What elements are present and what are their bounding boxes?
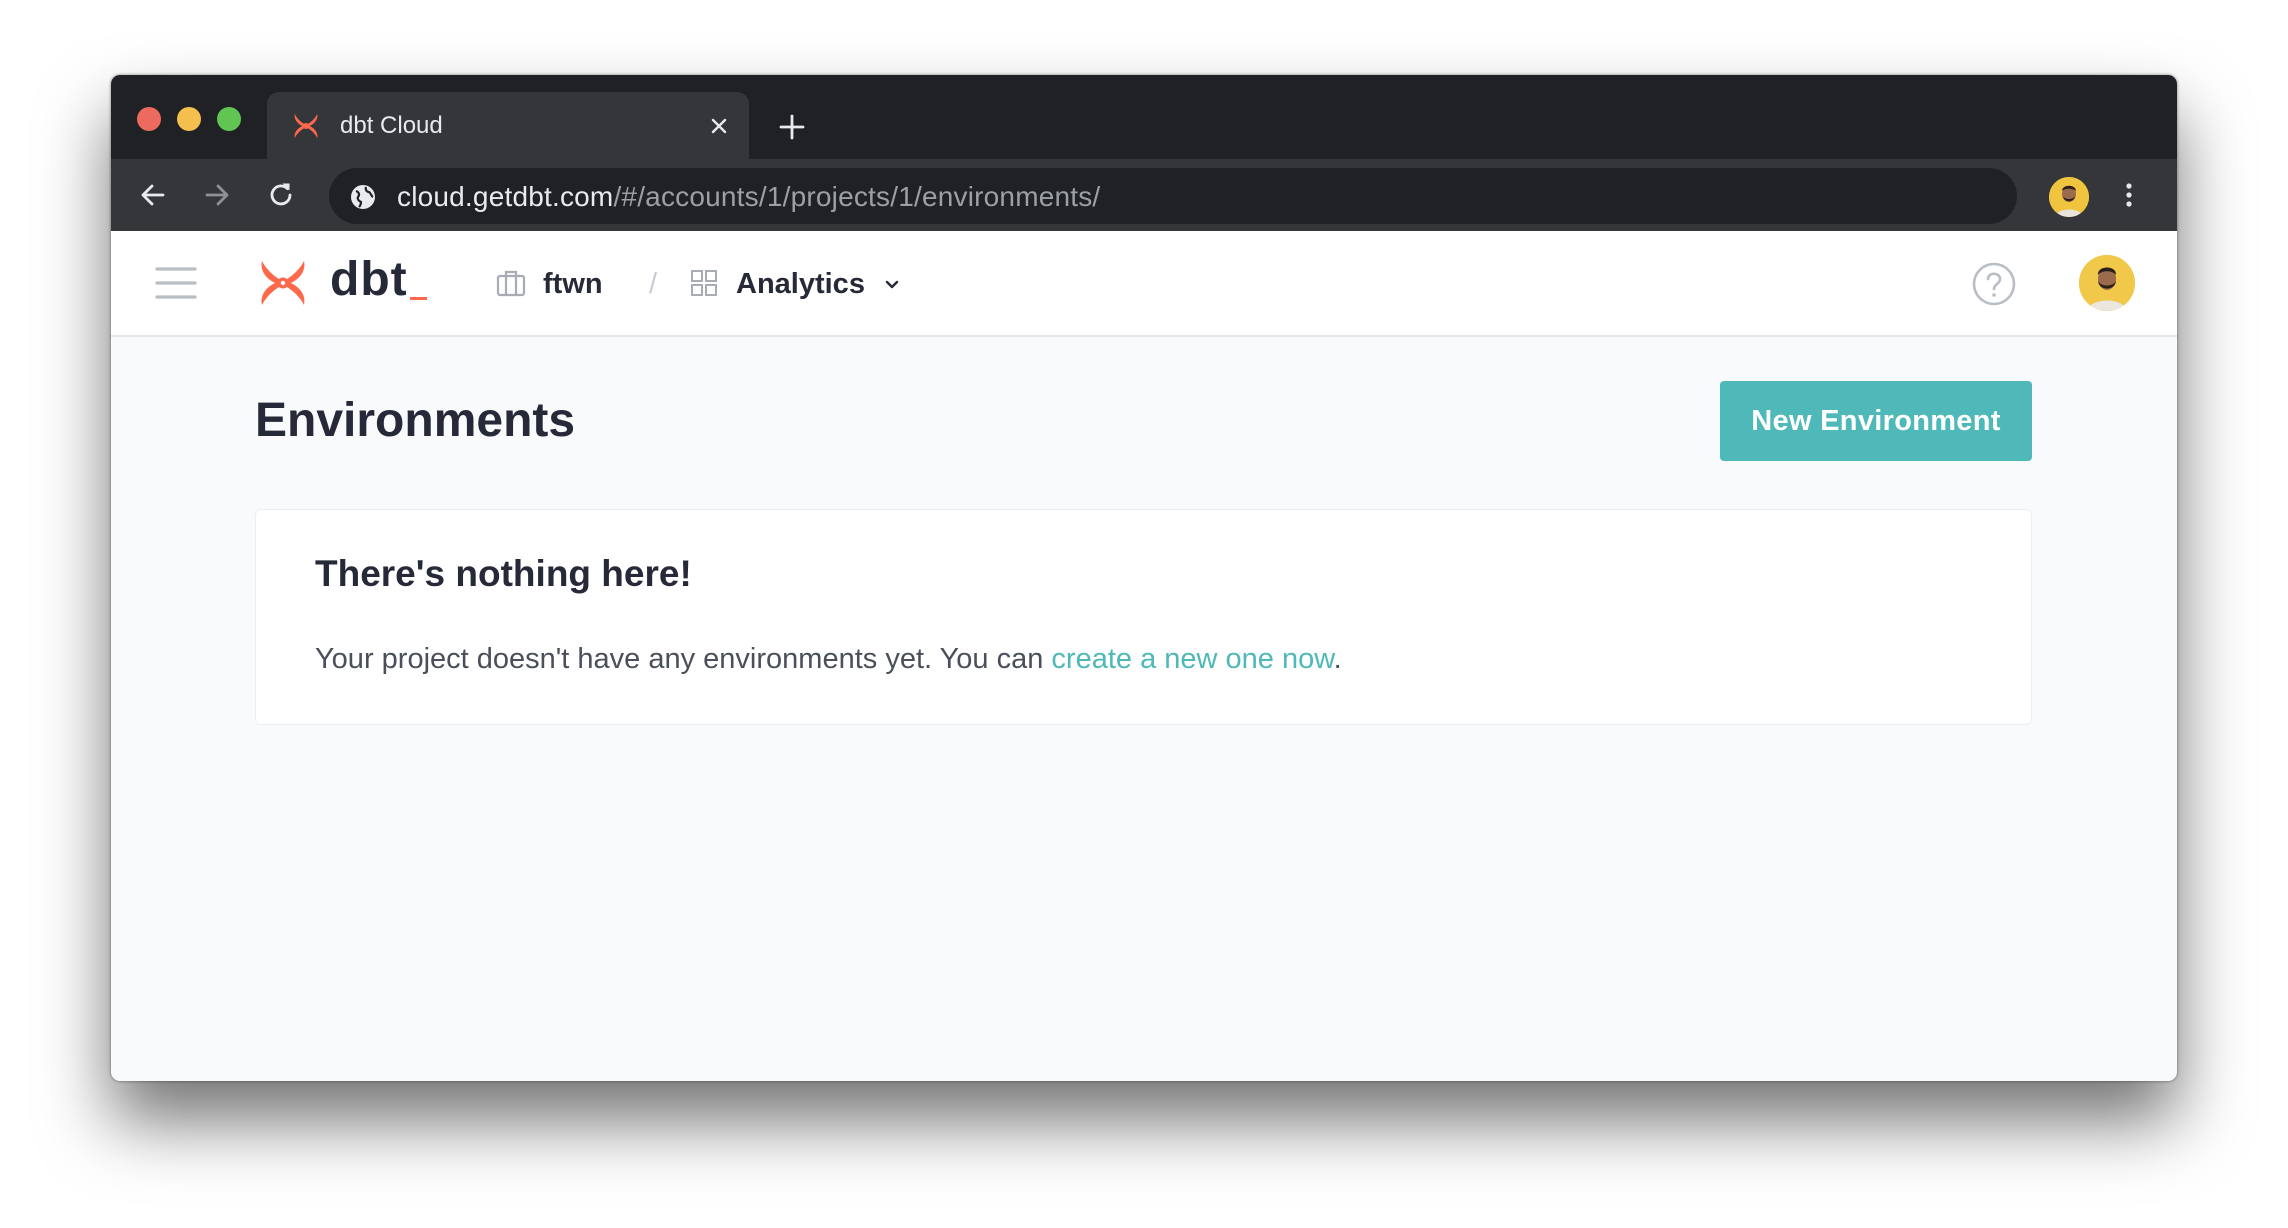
address-bar[interactable]: cloud.getdbt.com/#/accounts/1/projects/1…	[329, 168, 2017, 224]
minimize-window-button[interactable]	[177, 107, 201, 131]
globe-icon	[351, 185, 375, 209]
dbt-wordmark-underscore	[410, 297, 427, 300]
url-text: cloud.getdbt.com/#/accounts/1/projects/1…	[397, 181, 1100, 213]
breadcrumb-separator: /	[649, 268, 658, 300]
new-environment-button[interactable]: New Environment	[1720, 381, 2032, 461]
page-title: Environments	[255, 394, 576, 447]
briefcase-icon	[496, 270, 526, 297]
tab-title: dbt Cloud	[340, 112, 443, 139]
empty-state-message: Your project doesn't have any environmen…	[315, 642, 1342, 676]
close-window-button[interactable]	[137, 107, 161, 131]
empty-state-text: Your project doesn't have any environmen…	[315, 643, 1052, 675]
close-tab-icon[interactable]	[707, 114, 731, 138]
new-tab-icon[interactable]	[777, 112, 807, 142]
help-circle-icon[interactable]	[1971, 261, 2017, 307]
browser-tab[interactable]: dbt Cloud	[267, 92, 749, 159]
browser-profile-avatar[interactable]	[2049, 177, 2089, 217]
chevron-down-icon[interactable]	[882, 275, 902, 295]
app-header: dbt ftwn / Analytics	[111, 231, 2177, 337]
user-avatar[interactable]	[2079, 255, 2135, 311]
grid-icon	[691, 270, 717, 296]
empty-state-text-end: .	[1333, 643, 1342, 675]
tab-strip: dbt Cloud	[111, 75, 2177, 159]
person-avatar-icon	[2079, 255, 2135, 311]
dbt-favicon-icon	[294, 113, 318, 139]
forward-arrow-icon[interactable]	[201, 179, 233, 211]
back-arrow-icon[interactable]	[137, 179, 169, 211]
breadcrumb-project[interactable]: Analytics	[736, 267, 865, 301]
dbt-logo-icon[interactable]	[257, 257, 309, 309]
empty-state-card: There's nothing here! Your project doesn…	[255, 509, 2032, 725]
browser-menu-icon[interactable]	[2113, 179, 2145, 211]
reload-icon[interactable]	[265, 179, 297, 211]
hamburger-menu-icon[interactable]	[155, 265, 197, 301]
browser-toolbar: cloud.getdbt.com/#/accounts/1/projects/1…	[111, 159, 2177, 231]
empty-state-heading: There's nothing here!	[315, 553, 692, 594]
url-host: cloud.getdbt.com	[397, 181, 614, 212]
zoom-window-button[interactable]	[217, 107, 241, 131]
person-avatar-icon	[2049, 177, 2089, 217]
breadcrumb-account[interactable]: ftwn	[543, 267, 603, 301]
browser-window: dbt Cloud cloud.getdbt.com/#/accounts/1/…	[111, 75, 2177, 1081]
dbt-wordmark: dbt	[330, 253, 408, 306]
create-environment-link[interactable]: create a new one now	[1051, 643, 1333, 675]
url-path: /#/accounts/1/projects/1/environments/	[613, 181, 1101, 212]
